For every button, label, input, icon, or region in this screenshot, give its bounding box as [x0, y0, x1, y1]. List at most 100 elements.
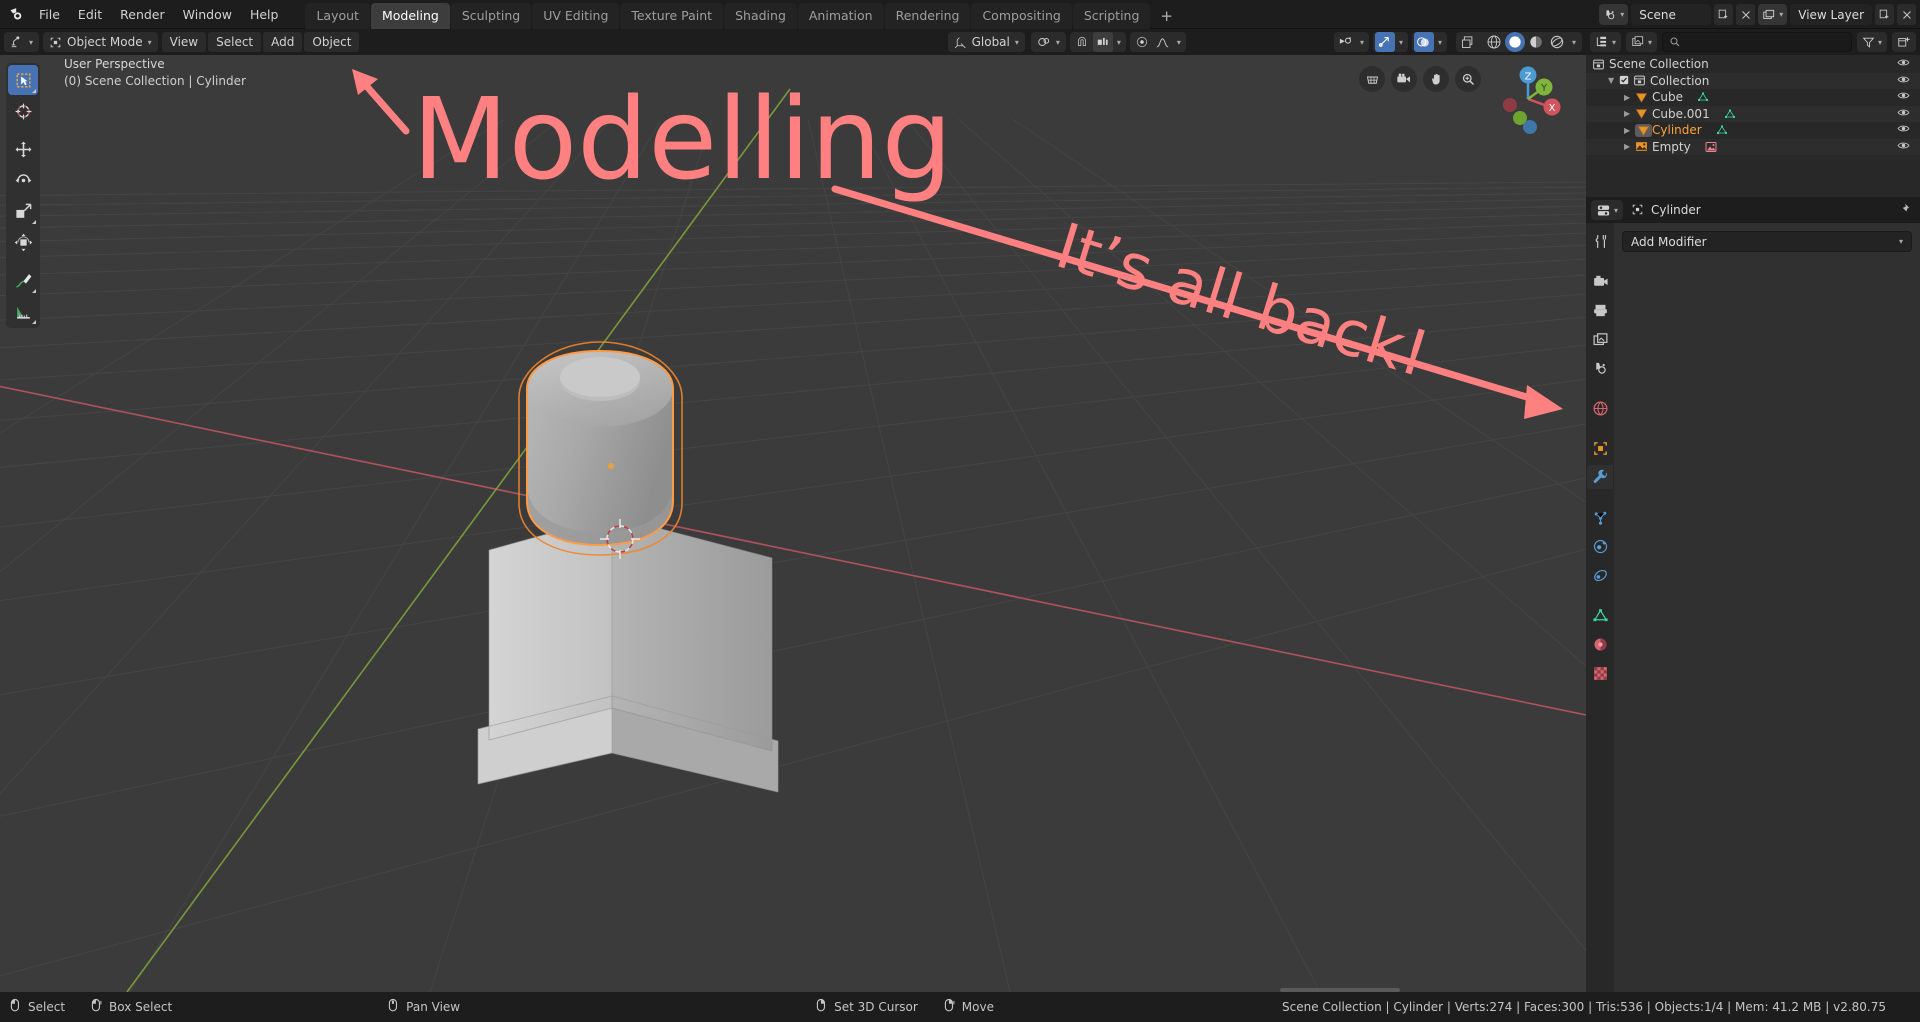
add-workspace-button[interactable]: +	[1151, 5, 1182, 28]
outliner-row-cylinder[interactable]: ▶ Cylinder	[1586, 122, 1920, 139]
properties-tool-tab[interactable]	[1587, 229, 1613, 253]
camera-view-button[interactable]	[1391, 66, 1417, 92]
new-scene-icon[interactable]	[1714, 4, 1734, 25]
outliner-row-collection[interactable]: ▼ Collection	[1586, 72, 1920, 89]
toggle-xray-icon[interactable]	[1413, 32, 1434, 52]
workspace-tab-animation[interactable]: Animation	[797, 3, 884, 29]
tool-scale-tool[interactable]	[8, 196, 38, 226]
workspace-tab-texture-paint[interactable]: Texture Paint	[620, 3, 724, 29]
properties-world-tab[interactable]	[1587, 396, 1613, 420]
workspace-tab-rendering[interactable]: Rendering	[884, 3, 971, 29]
properties-object-tab[interactable]	[1587, 436, 1613, 460]
snap-increment-icon[interactable]	[1092, 32, 1113, 52]
menu-window[interactable]: Window	[174, 4, 241, 25]
outliner-row-scene-collection[interactable]: Scene Collection	[1586, 56, 1920, 73]
mesh-data-icon[interactable]	[1724, 108, 1736, 120]
remove-view-layer-icon[interactable]	[1897, 4, 1916, 25]
navigation-gizmo[interactable]: Z Y X	[1490, 61, 1566, 137]
editor-type-3d-viewport-icon[interactable]: ▾	[4, 32, 40, 52]
rendered-shading-icon[interactable]	[1547, 32, 1567, 52]
filter-funnel-icon[interactable]: ▾	[1856, 32, 1887, 52]
disclosure-triangle-icon[interactable]: ▶	[1624, 126, 1635, 135]
disclosure-triangle-icon[interactable]: ▼	[1608, 76, 1619, 85]
properties-scene-tab[interactable]	[1587, 356, 1613, 380]
transform-orientation-selector[interactable]: Global ▾	[947, 32, 1025, 52]
workspace-tab-layout[interactable]: Layout	[305, 3, 370, 29]
menu-help[interactable]: Help	[241, 4, 288, 25]
image-data-icon[interactable]	[1705, 141, 1717, 153]
unlink-scene-icon[interactable]	[1736, 4, 1756, 25]
hide-in-viewport-icon[interactable]	[1897, 73, 1910, 89]
scene-name-field[interactable]: Scene	[1631, 4, 1712, 25]
hide-in-viewport-icon[interactable]	[1897, 56, 1910, 72]
tool-tweak-select-box[interactable]	[8, 65, 38, 95]
properties-constraints-tab[interactable]	[1587, 563, 1613, 587]
snapping-group[interactable]: ▾	[1069, 32, 1126, 52]
pan-view-button[interactable]	[1423, 66, 1449, 92]
solid-shading-icon[interactable]	[1504, 32, 1525, 52]
properties-particles-tab[interactable]	[1587, 505, 1613, 529]
workspace-tab-sculpting[interactable]: Sculpting	[450, 3, 532, 29]
outliner-row-empty[interactable]: ▶ Empty	[1586, 138, 1920, 155]
menu-file[interactable]: File	[30, 4, 69, 25]
properties-texture-tab[interactable]	[1587, 661, 1613, 685]
disclosure-triangle-icon[interactable]: ▶	[1624, 142, 1635, 151]
filter-id-type-icon[interactable]: ▾	[1626, 32, 1658, 52]
collection-checkbox[interactable]	[1619, 74, 1633, 88]
overlays-group[interactable]: ▾	[1372, 32, 1408, 52]
viewport-menu-add[interactable]: Add	[263, 32, 303, 52]
search-input[interactable]	[1662, 32, 1852, 52]
new-view-layer-icon[interactable]	[1875, 4, 1894, 25]
outliner-display-mode-icon[interactable]: ▾	[1590, 32, 1622, 52]
properties-render-tab[interactable]	[1587, 269, 1613, 293]
tool-move-tool[interactable]	[8, 134, 38, 164]
hide-in-viewport-icon[interactable]	[1897, 122, 1910, 138]
properties-view-layer-tab[interactable]	[1587, 327, 1613, 351]
add-modifier-button[interactable]: Add Modifier ▾	[1622, 231, 1912, 252]
blender-logo-icon[interactable]	[0, 0, 30, 29]
viewport-3d[interactable]: ▾ Object Mode ▾ View Select Add Object Glob…	[0, 29, 1586, 992]
viewport-menu-object[interactable]: Object	[304, 32, 360, 52]
menu-edit[interactable]: Edit	[69, 4, 111, 25]
menu-render[interactable]: Render	[111, 4, 174, 25]
mesh-data-icon[interactable]	[1697, 91, 1709, 103]
workspace-tab-shading[interactable]: Shading	[724, 3, 797, 29]
hide-in-viewport-icon[interactable]	[1897, 89, 1910, 105]
viewport-menu-select[interactable]: Select	[208, 32, 262, 52]
workspace-tab-modeling[interactable]: Modeling	[370, 3, 450, 29]
mode-selector[interactable]: Object Mode ▾	[43, 32, 158, 52]
proportional-editing-group[interactable]: ▾	[1129, 32, 1186, 52]
outliner-row-cube[interactable]: ▶ Cube	[1586, 89, 1920, 106]
scene-data-icon[interactable]: ▾	[1599, 4, 1629, 25]
workspace-tab-compositing[interactable]: Compositing	[971, 3, 1072, 29]
viewport-menu-view[interactable]: View	[161, 32, 207, 52]
zoom-view-button[interactable]	[1455, 66, 1481, 92]
view-layer-name-field[interactable]: View Layer	[1790, 4, 1872, 25]
shading-group[interactable]: ▾	[1455, 32, 1582, 52]
editor-type-properties-icon[interactable]: ▾	[1591, 200, 1624, 220]
hide-in-viewport-icon[interactable]	[1897, 139, 1910, 155]
properties-object-data-tab[interactable]	[1587, 603, 1613, 627]
proportional-falloff-smooth-icon[interactable]	[1153, 32, 1173, 52]
new-collection-icon[interactable]	[1892, 32, 1916, 52]
workspace-tab-scripting[interactable]: Scripting	[1072, 3, 1151, 29]
outliner-row-cube-001[interactable]: ▶ Cube.001	[1586, 105, 1920, 122]
hide-in-viewport-icon[interactable]	[1897, 106, 1910, 122]
workspace-tab-uv-editing[interactable]: UV Editing	[532, 3, 620, 29]
tool-transform-tool[interactable]	[8, 227, 38, 257]
proportional-editing-icon[interactable]	[1132, 32, 1152, 52]
disclosure-triangle-icon[interactable]: ▶	[1624, 93, 1635, 102]
disclosure-triangle-icon[interactable]: ▶	[1624, 109, 1635, 118]
snap-magnet-icon[interactable]	[1072, 32, 1092, 52]
properties-modifier-tab[interactable]	[1587, 465, 1613, 489]
pivot-point-selector[interactable]: ▾	[1030, 32, 1066, 52]
gizmo-group[interactable]: ▾	[1333, 32, 1369, 52]
material-preview-shading-icon[interactable]	[1526, 32, 1546, 52]
view-layer-icon[interactable]: ▾	[1758, 4, 1788, 25]
tool-cursor-tool[interactable]	[8, 96, 38, 126]
pin-icon[interactable]	[1897, 201, 1915, 220]
tool-measure-tool[interactable]	[8, 296, 38, 326]
wireframe-mode-icon[interactable]	[1484, 32, 1504, 52]
mesh-data-icon[interactable]	[1716, 124, 1728, 136]
show-overlays-icon[interactable]	[1374, 32, 1395, 52]
